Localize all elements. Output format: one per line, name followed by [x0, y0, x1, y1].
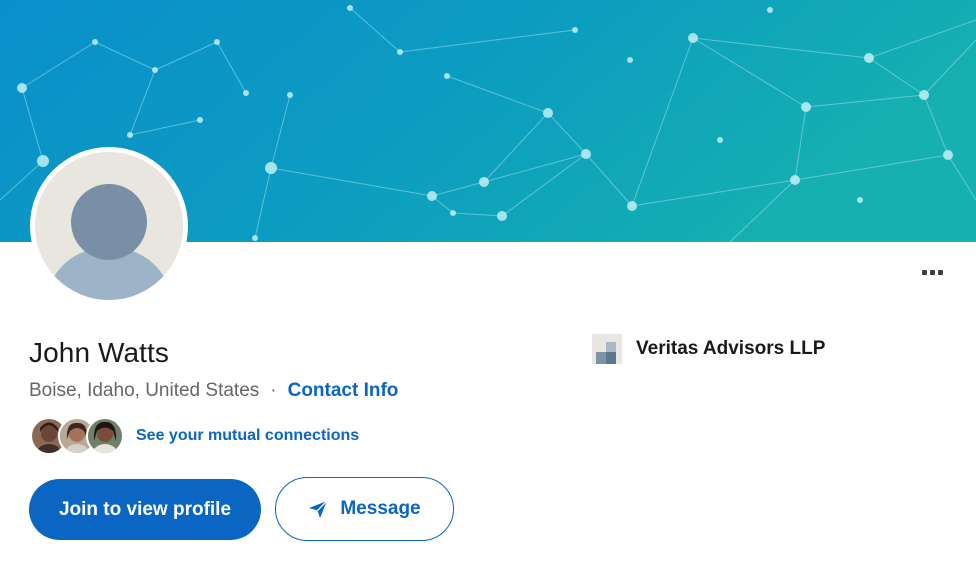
more-options-button[interactable] [910, 260, 954, 284]
mutual-connections[interactable]: See your mutual connections [30, 417, 359, 455]
message-button[interactable]: Message [275, 477, 454, 541]
contact-info-link[interactable]: Contact Info [288, 380, 399, 402]
default-avatar-icon [35, 152, 183, 300]
message-button-label: Message [340, 498, 421, 519]
company-name: Veritas Advisors LLP [636, 338, 826, 359]
current-company[interactable]: Veritas Advisors LLP [592, 334, 825, 364]
mutual-avatar [86, 417, 124, 455]
profile-name: John Watts [29, 337, 170, 368]
company-logo-icon [592, 334, 622, 364]
send-icon [308, 499, 328, 519]
separator-dot: · [270, 380, 277, 401]
mutual-connections-link[interactable]: See your mutual connections [136, 427, 359, 445]
join-to-view-profile-button[interactable]: Join to view profile [29, 479, 261, 540]
location-line: Boise, Idaho, United States · Contact In… [29, 380, 398, 402]
more-horizontal-icon [921, 269, 927, 275]
profile-avatar [30, 147, 188, 305]
profile-location: Boise, Idaho, United States [29, 380, 260, 401]
mutual-avatars [30, 417, 124, 455]
